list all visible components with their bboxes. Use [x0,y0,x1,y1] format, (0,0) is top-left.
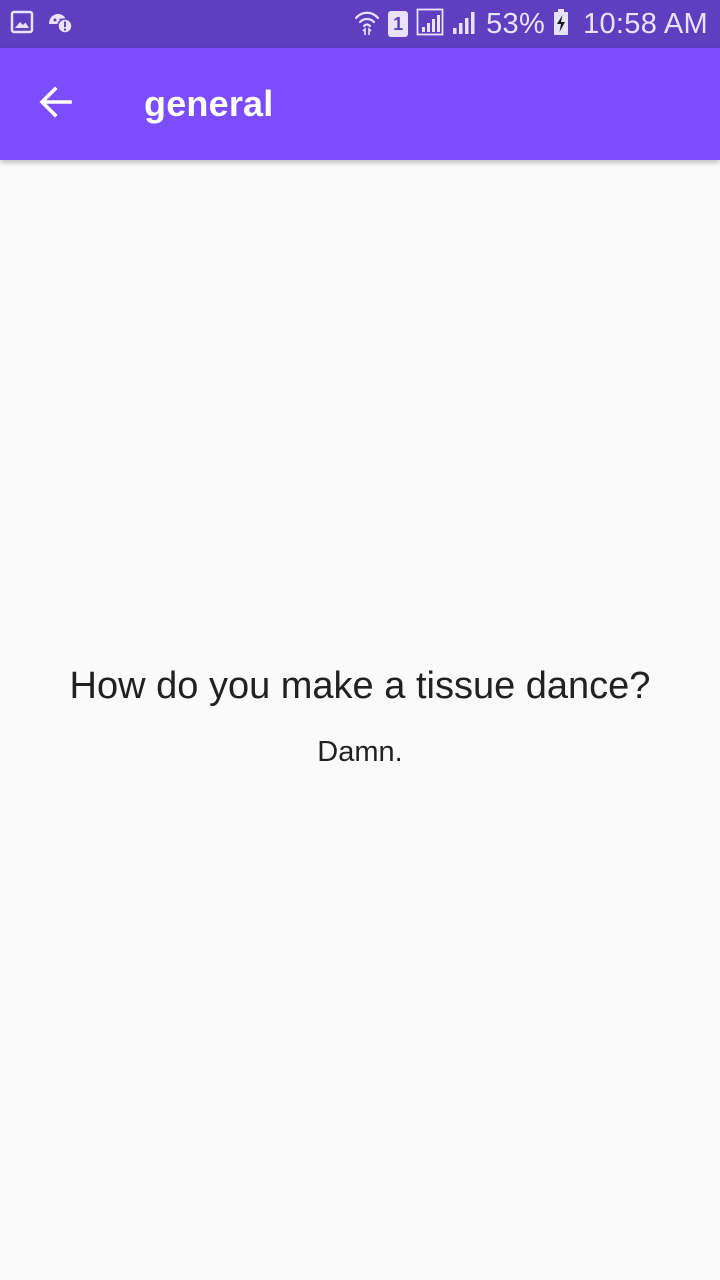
status-bar: 1 53% 10:58 AM [0,0,720,48]
joke-question: How do you make a tissue dance? [69,665,651,707]
battery-percent: 53% [486,8,546,40]
wifi-icon [354,8,380,41]
status-time: 10:58 AM [583,8,708,40]
android-debug-icon [46,10,74,39]
joke-answer: Damn. [317,736,403,768]
back-button[interactable] [28,76,84,132]
gallery-icon [10,10,34,39]
screen: 1 53% 10:58 AM general How do you make a… [0,0,720,1280]
joke-card: How do you make a tissue dance? Damn. [0,660,720,772]
sim-icon: 1 [388,11,409,37]
app-bar: general [0,48,720,160]
battery-charging-icon [553,8,569,41]
status-bar-notifications [10,10,74,39]
page-title: general [144,83,274,124]
arrow-back-icon [38,84,74,125]
status-bar-system: 1 53% 10:58 AM [354,0,708,48]
signal-icon [452,8,478,41]
signal-icon [416,8,444,41]
